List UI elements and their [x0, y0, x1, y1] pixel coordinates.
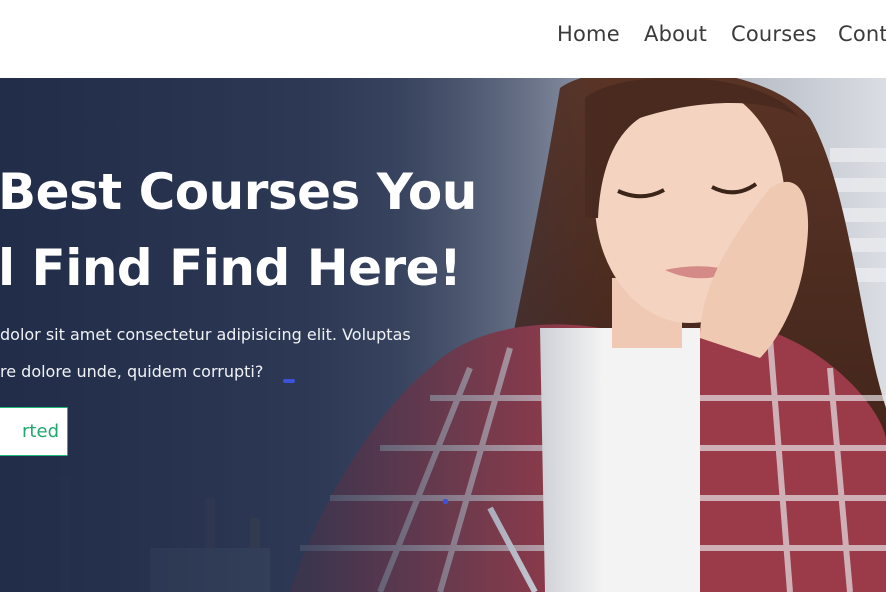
hero-description: dolor sit amet consectetur adipisicing e…: [0, 316, 460, 390]
site-header: Home About Courses Cont: [0, 0, 886, 78]
nav-link-about[interactable]: About: [644, 22, 707, 46]
hero-description-line-1: dolor sit amet consectetur adipisicing e…: [0, 325, 411, 344]
hero-title-line-2: l Find Find Here!: [0, 239, 462, 297]
hero-title-line-1: Best Courses You: [0, 163, 477, 221]
carousel-dot[interactable]: [443, 499, 448, 504]
hero-title: Best Courses You l Find Find Here!: [0, 154, 518, 306]
nav-link-home[interactable]: Home: [557, 22, 620, 46]
carousel-indicator[interactable]: [283, 379, 295, 383]
nav-link-courses[interactable]: Courses: [731, 22, 817, 46]
main-nav: Home About Courses Cont: [0, 0, 886, 78]
nav-link-contact[interactable]: Cont: [838, 22, 886, 46]
hero-section: Best Courses You l Find Find Here! dolor…: [0, 78, 886, 592]
hero-description-line-2: re dolore unde, quidem corrupti?: [0, 362, 264, 381]
get-started-button[interactable]: rted: [0, 407, 68, 456]
